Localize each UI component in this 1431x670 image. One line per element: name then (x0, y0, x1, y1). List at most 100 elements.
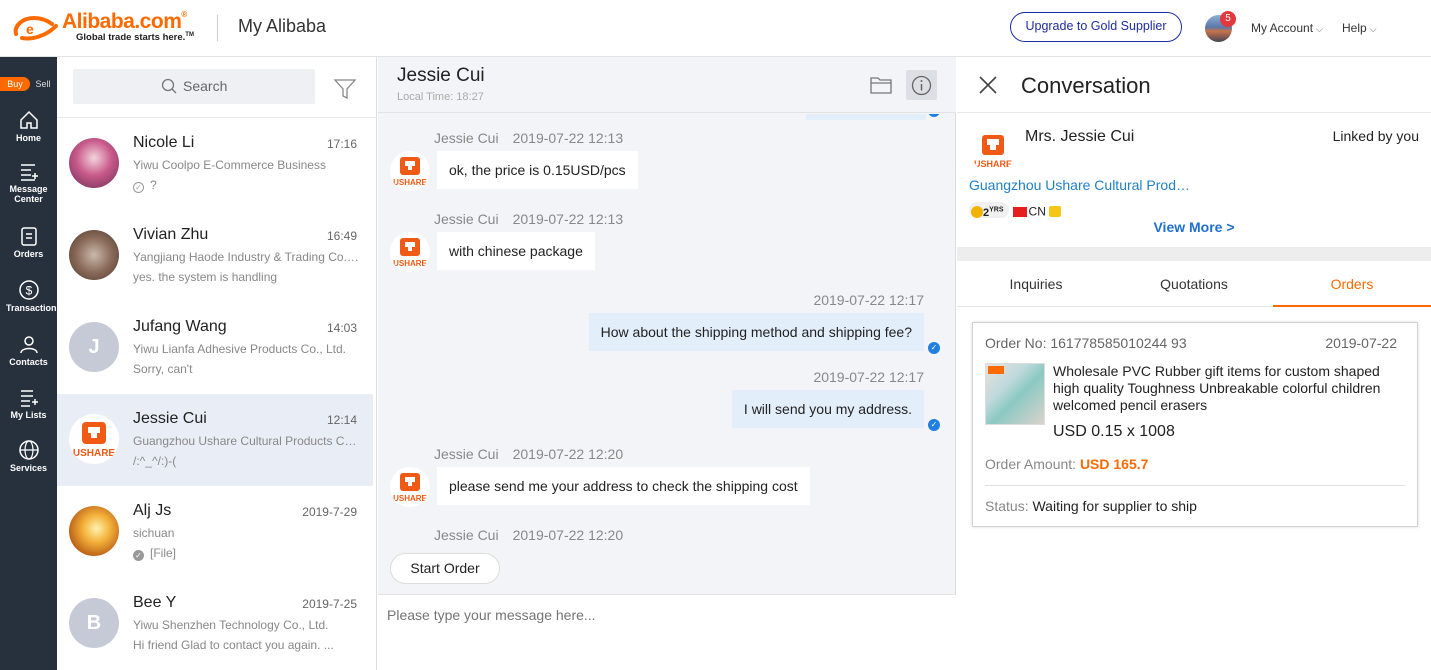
nav-services-label: Services (9, 463, 48, 473)
last-message: yes. the system is handling (133, 270, 278, 284)
logo-text[interactable]: Alibaba.com® (62, 10, 187, 34)
ushare-logo-icon: USHARE (393, 238, 428, 268)
conversation-item[interactable]: Alj Js 2019-7-29 sichuan ✓ [File] (57, 486, 373, 578)
message-input[interactable] (387, 605, 947, 625)
product-thumbnail[interactable] (985, 363, 1045, 425)
nav-contacts-label: Contacts (9, 357, 48, 367)
contact-name: Vivian Zhu (133, 226, 209, 243)
message-time: 2019-07-22 12:20 (512, 527, 624, 543)
tab-quotations[interactable]: Quotations (1115, 261, 1273, 307)
ushare-logo-icon: USHARE (393, 473, 428, 503)
local-time: Local Time: 18:27 (397, 91, 484, 103)
message-sender: Jessie Cui (434, 130, 499, 146)
tab-orders[interactable]: Orders (1273, 261, 1431, 307)
panel-band (957, 247, 1431, 261)
page-title[interactable]: My Alibaba (238, 16, 326, 37)
message-meta: Jessie Cui 2019-07-22 12:20 (434, 446, 623, 462)
view-more-link[interactable]: View More > (957, 219, 1431, 235)
tab-inquiries[interactable]: Inquiries (957, 261, 1115, 307)
help-menu[interactable]: Help ⌵ (1342, 21, 1377, 35)
message-list: ✓ Jessie Cui 2019-07-22 12:13 USHARE ok, … (378, 114, 956, 594)
nav-transactions-label: Transactions (6, 303, 57, 313)
left-nav: Buy Sell Home Message Center Orders $ Tr… (0, 57, 57, 670)
message-bubble-partial (806, 114, 926, 120)
nav-orders[interactable]: Orders (0, 225, 57, 275)
message-time: 2019-07-22 12:20 (512, 446, 624, 462)
last-message: ✓ [File] (133, 546, 359, 561)
product-title[interactable]: Wholesale PVC Rubber gift items for cust… (1053, 363, 1409, 414)
check-icon: ✓ (133, 550, 144, 561)
sell-toggle[interactable]: Sell (32, 77, 54, 91)
message-meta: Jessie Cui 2019-07-22 12:13 (434, 130, 623, 146)
list-icon (20, 390, 38, 407)
buy-toggle[interactable]: Buy (0, 77, 30, 91)
svg-text:e: e (26, 21, 34, 37)
message-bubble-incoming: ok, the price is 0.15USD/pcs (437, 151, 638, 189)
close-icon[interactable] (977, 74, 999, 96)
contact-name: Jufang Wang (133, 318, 227, 335)
crown-icon (1049, 205, 1062, 217)
buy-sell-toggle[interactable]: Buy Sell (0, 77, 57, 91)
avatar: USHARE (390, 232, 430, 272)
last-message: Hi friend Glad to contact you again. ... (133, 638, 334, 652)
search-input[interactable]: Search (73, 69, 315, 104)
folder-icon[interactable] (870, 75, 892, 95)
panel-divider (957, 112, 1431, 113)
avatar (69, 230, 119, 280)
order-card[interactable]: Order No: 161778585010244 93 2019-07-22 … (972, 322, 1418, 527)
message-time: 2019-07-22 12:13 (512, 211, 624, 227)
order-status-label: Status: (985, 498, 1029, 514)
my-account-menu[interactable]: My Account ⌵ (1251, 21, 1323, 35)
dollar-icon: $ (18, 280, 39, 300)
search-icon (161, 78, 177, 94)
filter-icon[interactable] (333, 77, 357, 101)
contact-company: Yiwu Shenzhen Technology Co., Ltd. (133, 618, 329, 632)
chevron-down-icon: ⌵ (1369, 24, 1377, 34)
contact-name: Jessie Cui (133, 410, 207, 427)
message-time: 2019-07-22 12:17 (813, 369, 924, 385)
logo-tagline: Global trade starts here.TM (76, 32, 194, 44)
order-date: 2019-07-22 (1325, 335, 1397, 351)
avatar: USHARE (390, 467, 430, 507)
alibaba-logo-icon[interactable]: e (12, 12, 64, 44)
linked-status: Linked by you (1332, 128, 1419, 144)
start-order-button[interactable]: Start Order (390, 553, 500, 584)
nav-message-center-label: Message Center (9, 184, 48, 204)
conversation-item-active[interactable]: USHARE Jessie Cui 12:14 Guangzhou Ushare… (57, 394, 373, 486)
contact-name: Alj Js (133, 502, 172, 519)
contact-name: Mrs. Jessie Cui (1025, 128, 1135, 145)
avatar: USHARE (69, 414, 119, 464)
upgrade-gold-supplier-button[interactable]: Upgrade to Gold Supplier (1010, 12, 1182, 42)
nav-home[interactable]: Home (0, 109, 57, 159)
conversation-item[interactable]: Vivian Zhu 16:49 Yangjiang Haode Industr… (57, 210, 373, 302)
read-receipt-icon: ✓ (928, 419, 940, 431)
help-label: Help (1342, 21, 1367, 35)
nav-transactions[interactable]: $ Transactions (0, 279, 57, 329)
nav-message-center[interactable]: Message Center (0, 160, 57, 210)
read-receipt-icon: ✓ (928, 342, 940, 354)
conversation-list: Search Nicole Li 17:16 Yiwu Coolpo E-Com… (57, 57, 377, 670)
nav-contacts[interactable]: Contacts (0, 333, 57, 383)
last-message: /:^_^/:)-( (133, 454, 177, 468)
orders-icon (20, 227, 37, 246)
order-amount-label: Order Amount: (985, 456, 1077, 472)
contact-company: Yiwu Lianfa Adhesive Products Co., Ltd. (133, 342, 347, 356)
last-message-text: [File] (150, 546, 177, 560)
nav-services[interactable]: Services (0, 439, 57, 489)
order-amount: Order Amount: USD 165.7 (985, 456, 1148, 472)
conversation-item[interactable]: Nicole Li 17:16 Yiwu Coolpo E-Commerce B… (57, 118, 373, 210)
info-button[interactable] (906, 70, 937, 100)
order-number-label: Order No: (985, 335, 1047, 351)
years-unit: YRS (989, 206, 1004, 213)
conversation-item[interactable]: B Bee Y 2019-7-25 Yiwu Shenzhen Technolo… (57, 578, 373, 670)
message-time: 2019-07-22 12:13 (512, 130, 624, 146)
chat-contact-name: Jessie Cui (397, 65, 485, 86)
last-message: Sorry, can't (133, 362, 193, 376)
nav-my-lists-label: My Lists (10, 410, 47, 420)
company-link[interactable]: Guangzhou Ushare Cultural Prod… (969, 177, 1190, 193)
nav-home-label: Home (15, 133, 41, 143)
nav-my-lists[interactable]: My Lists (0, 386, 57, 436)
conversation-item[interactable]: J Jufang Wang 14:03 Yiwu Lianfa Adhesive… (57, 302, 373, 394)
order-divider (985, 485, 1405, 486)
avatar: J (69, 322, 119, 372)
